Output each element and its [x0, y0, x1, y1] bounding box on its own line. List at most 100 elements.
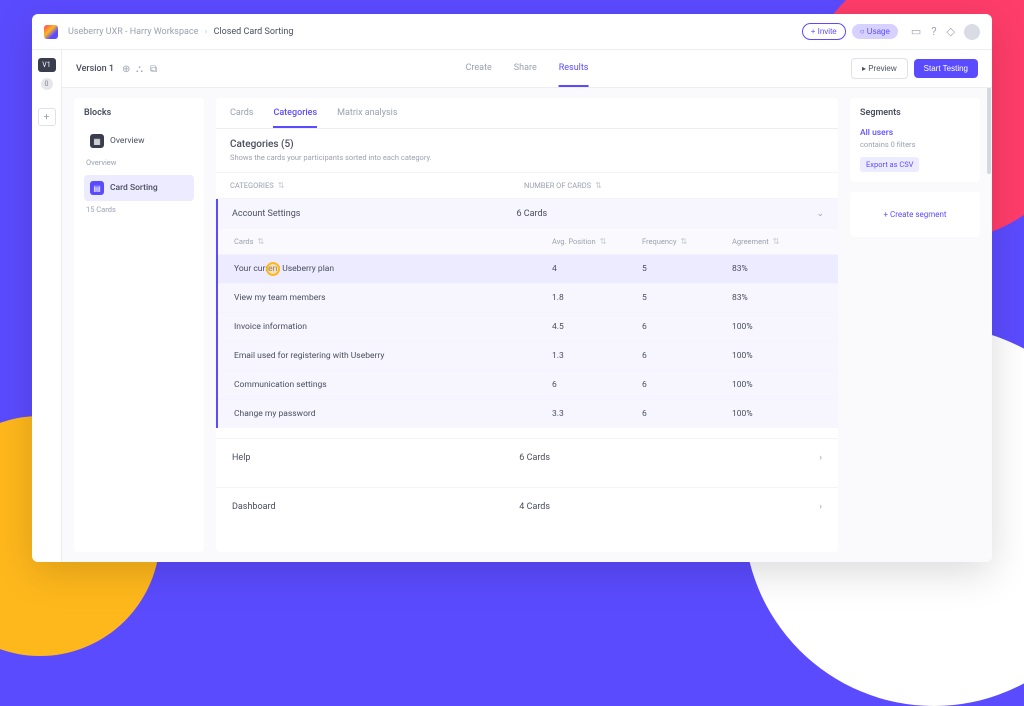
card-agree: 83% — [732, 264, 822, 274]
chevron-right-icon: › — [819, 502, 822, 512]
highlight-ring — [266, 262, 280, 276]
category-collapsed[interactable]: Help 6 Cards › — [216, 438, 838, 477]
center-panel: Cards Categories Matrix analysis Categor… — [216, 98, 838, 552]
sh-cards[interactable]: Cards — [234, 237, 254, 246]
sidebar-item-card-sorting[interactable]: ▤ Card Sorting — [84, 175, 194, 201]
overview-icon: ▦ — [90, 134, 104, 148]
sub-header: Version 1 ⊕ ⛬ ⧉ Create Share Results ▸ P… — [62, 50, 992, 88]
card-agree: 83% — [732, 293, 822, 303]
tab-results[interactable]: Results — [559, 51, 589, 87]
tab-cards[interactable]: Cards — [230, 108, 253, 128]
notification-icon[interactable]: ◇ — [947, 25, 955, 38]
card-freq: 6 — [642, 322, 732, 332]
avatar[interactable] — [964, 24, 980, 40]
category-name: Account Settings — [232, 209, 516, 219]
tab-categories[interactable]: Categories — [273, 108, 317, 128]
card-row[interactable]: Change my password 3.3 6 100% — [218, 399, 838, 428]
card-name: Your current Useberry plan — [234, 264, 552, 274]
tab-create[interactable]: Create — [466, 51, 492, 87]
category-row-header[interactable]: Account Settings 6 Cards ⌄ — [218, 199, 838, 229]
copy-icon[interactable]: ⧉ — [150, 64, 160, 74]
card-row[interactable]: Your current Useberry plan 4 5 83% — [218, 254, 838, 283]
add-version-button[interactable]: + — [38, 108, 56, 126]
section-title: Categories (5) — [230, 139, 824, 150]
result-tabs: Cards Categories Matrix analysis — [216, 98, 838, 129]
card-name: Change my password — [234, 409, 552, 419]
card-name: Email used for registering with Useberry — [234, 351, 552, 361]
card-name: View my team members — [234, 293, 552, 303]
card-row[interactable]: Email used for registering with Useberry… — [218, 341, 838, 370]
breadcrumb-root[interactable]: Useberry UXR - Harry Workspace — [68, 27, 198, 37]
chevron-right-icon: › — [205, 27, 208, 37]
start-testing-button[interactable]: Start Testing — [914, 59, 978, 78]
sort-icon[interactable]: ⇅ — [681, 237, 688, 246]
app-logo[interactable] — [44, 25, 58, 39]
card-avg: 1.8 — [552, 293, 642, 303]
sh-agree[interactable]: Agreement — [732, 237, 769, 246]
card-avg: 4.5 — [552, 322, 642, 332]
th-number[interactable]: NUMBER OF CARDS — [524, 181, 591, 190]
tab-matrix[interactable]: Matrix analysis — [337, 108, 397, 128]
card-freq: 6 — [642, 409, 732, 419]
version-label: Version 1 — [76, 64, 114, 74]
sh-freq[interactable]: Frequency — [642, 237, 677, 246]
card-row[interactable]: Communication settings 6 6 100% — [218, 370, 838, 399]
category-count: 6 Cards — [519, 453, 819, 463]
sort-icon[interactable]: ⇅ — [258, 237, 265, 246]
sh-avg[interactable]: Avg. Position — [552, 237, 596, 246]
sort-icon[interactable]: ⇅ — [278, 181, 285, 190]
stage-tabs: Create Share Results — [466, 51, 589, 87]
sidebar-title: Blocks — [84, 108, 194, 118]
overview-subtitle: Overview — [86, 158, 194, 167]
card-agree: 100% — [732, 322, 822, 332]
card-name: Communication settings — [234, 380, 552, 390]
sort-icon[interactable]: ⇅ — [773, 237, 780, 246]
sidebar-item-overview[interactable]: ▦ Overview — [84, 128, 194, 154]
usage-button[interactable]: ○ Usage — [852, 24, 898, 39]
topbar: Useberry UXR - Harry Workspace › Closed … — [32, 14, 992, 50]
export-csv-button[interactable]: Export as CSV — [860, 157, 919, 172]
card-agree: 100% — [732, 380, 822, 390]
section-subtitle: Shows the cards your participants sorted… — [230, 153, 824, 162]
card-freq: 5 — [642, 264, 732, 274]
globe-icon[interactable]: ⊕ — [122, 64, 132, 74]
folder-icon[interactable]: ▭ — [911, 25, 921, 38]
table-header: CATEGORIES ⇅ NUMBER OF CARDS ⇅ — [216, 172, 838, 199]
segments-title: Segments — [860, 108, 970, 118]
card-avg: 6 — [552, 380, 642, 390]
chevron-down-icon: ⌄ — [816, 209, 824, 219]
tab-share[interactable]: Share — [514, 51, 537, 87]
version-rail: V1 0 + — [32, 50, 62, 562]
card-agree: 100% — [732, 409, 822, 419]
card-icon: ▤ — [90, 181, 104, 195]
card-agree: 100% — [732, 351, 822, 361]
content: Version 1 ⊕ ⛬ ⧉ Create Share Results ▸ P… — [62, 50, 992, 562]
segments-panel: Segments All users contains 0 filters Ex… — [850, 98, 980, 182]
category-count: 6 Cards — [516, 209, 816, 219]
help-icon[interactable]: ? — [931, 25, 936, 38]
users-icon[interactable]: ⛬ — [136, 64, 146, 74]
blocks-sidebar: Blocks ▦ Overview Overview ▤ Card Sortin… — [74, 98, 204, 552]
category-count: 4 Cards — [519, 502, 819, 512]
sort-icon[interactable]: ⇅ — [595, 181, 602, 190]
version-chip[interactable]: V1 — [38, 58, 56, 72]
card-row[interactable]: View my team members 1.8 5 83% — [218, 283, 838, 312]
sidebar-item-label: Card Sorting — [110, 183, 158, 193]
th-categories[interactable]: CATEGORIES — [230, 181, 274, 190]
card-subtitle: 15 Cards — [86, 205, 194, 214]
card-freq: 5 — [642, 293, 732, 303]
category-name: Dashboard — [232, 502, 519, 512]
segment-all-users[interactable]: All users — [860, 128, 970, 138]
preview-button[interactable]: ▸ Preview — [851, 58, 908, 79]
app-window: Useberry UXR - Harry Workspace › Closed … — [32, 14, 992, 562]
card-row[interactable]: Invoice information 4.5 6 100% — [218, 312, 838, 341]
create-segment-button[interactable]: Create segment — [860, 202, 970, 227]
sort-icon[interactable]: ⇅ — [600, 237, 607, 246]
right-column: Segments All users contains 0 filters Ex… — [850, 98, 980, 552]
card-avg: 1.3 — [552, 351, 642, 361]
invite-button[interactable]: + Invite — [802, 23, 846, 40]
category-collapsed[interactable]: Dashboard 4 Cards › — [216, 487, 838, 526]
create-segment-panel: Create segment — [850, 192, 980, 237]
segment-filters: contains 0 filters — [860, 140, 970, 149]
card-name: Invoice information — [234, 322, 552, 332]
